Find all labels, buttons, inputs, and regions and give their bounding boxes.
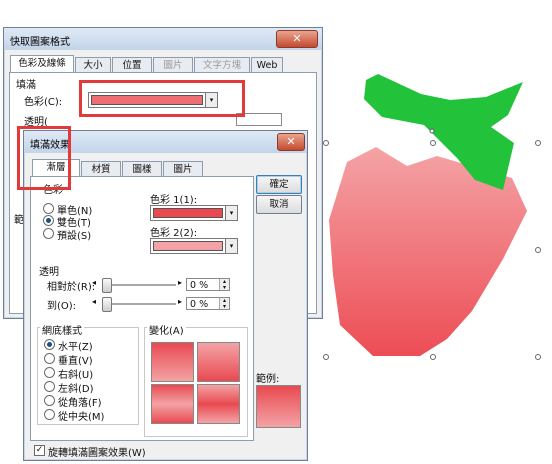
- highlight-gradient-tab: [17, 126, 71, 190]
- arrow-right-icon[interactable]: ▸: [178, 297, 182, 306]
- transparency-to-spinner[interactable]: 0 % ▴ ▾: [186, 297, 230, 310]
- color1-dropdown[interactable]: ▾: [150, 205, 238, 221]
- radio-from-corner[interactable]: [44, 395, 55, 406]
- radio-horizontal-label: 水平(Z): [58, 342, 93, 353]
- radio-preset-label: 預設(S): [57, 231, 92, 242]
- radio-diagonal-up-label: 右斜(U): [58, 370, 94, 381]
- variants-heading: 變化(A): [147, 322, 186, 337]
- format-shape-titlebar[interactable]: 快取圖案格式 ✕: [4, 28, 322, 50]
- transparency-from-slider[interactable]: [102, 278, 176, 293]
- tab-colors-lines[interactable]: 色彩及線條: [10, 55, 74, 73]
- transparency-to-label: 到(O):: [47, 301, 77, 312]
- sample-preview: [256, 385, 301, 428]
- selection-handle-icon[interactable]: [535, 247, 541, 253]
- sample-label: 範例:: [256, 374, 280, 385]
- radio-one-color[interactable]: [43, 203, 54, 214]
- close-icon[interactable]: ✕: [277, 133, 305, 151]
- selection-handle-icon[interactable]: [430, 354, 436, 360]
- ok-button[interactable]: 確定: [256, 175, 302, 194]
- tab-size[interactable]: 大小: [75, 57, 111, 73]
- shading-styles-heading: 網底樣式: [40, 322, 84, 337]
- radio-from-corner-label: 從角落(F): [58, 398, 102, 409]
- tab-web[interactable]: Web: [251, 57, 283, 73]
- radio-horizontal[interactable]: [44, 339, 55, 350]
- highlight-fill-color: [79, 80, 245, 117]
- selection-handle-icon[interactable]: [323, 140, 329, 146]
- tab-position[interactable]: 位置: [112, 57, 152, 73]
- variant-swatch[interactable]: [151, 342, 194, 382]
- variant-swatch[interactable]: [197, 342, 240, 382]
- transparency-to-slider[interactable]: [102, 297, 176, 312]
- tab-text-box[interactable]: 文字方塊: [194, 57, 250, 73]
- variant-swatch[interactable]: [197, 384, 240, 424]
- selection-handle-icon[interactable]: [430, 140, 436, 146]
- rotate-fill-label: 旋轉填滿圖案效果(W): [48, 448, 146, 459]
- color1-swatch: [153, 208, 223, 218]
- tab-picture[interactable]: 圖片: [153, 57, 193, 73]
- tab-pattern[interactable]: 圖樣: [122, 161, 162, 177]
- radio-vertical-label: 垂直(V): [58, 356, 93, 367]
- arrow-left-icon[interactable]: ◂: [92, 297, 96, 306]
- tab-texture[interactable]: 材質: [81, 161, 121, 177]
- fill-color-label: 色彩(C):: [24, 97, 63, 108]
- gradient-panel: 色彩 單色(N) 雙色(T) 預設(S) 色彩 1(1): ▾ 色彩 2(2):…: [30, 176, 254, 441]
- transparency-to-value: 0 %: [190, 299, 209, 310]
- spinner-arrows-icon[interactable]: ▴ ▾: [219, 279, 229, 290]
- arrow-left-icon[interactable]: ◂: [92, 278, 96, 287]
- radio-preset[interactable]: [43, 228, 54, 239]
- chevron-down-icon[interactable]: ▾: [225, 239, 237, 253]
- color2-label: 色彩 2(2):: [150, 228, 198, 239]
- transparency-from-value: 0 %: [190, 280, 209, 291]
- radio-vertical[interactable]: [44, 353, 55, 364]
- selection-handle-icon[interactable]: [323, 354, 329, 360]
- rotate-fill-checkbox[interactable]: ✓: [34, 445, 45, 456]
- tab-picture[interactable]: 圖片: [163, 161, 203, 177]
- color2-dropdown[interactable]: ▾: [150, 238, 238, 254]
- radio-from-center[interactable]: [44, 409, 55, 420]
- color1-label: 色彩 1(1):: [150, 195, 198, 206]
- slider-thumb[interactable]: [102, 297, 112, 312]
- fill-heading: 填滿: [16, 80, 36, 91]
- color2-swatch: [153, 241, 223, 251]
- cancel-button[interactable]: 取消: [256, 195, 302, 214]
- format-shape-title: 快取圖案格式: [10, 37, 70, 48]
- selection-handle-icon[interactable]: [535, 140, 541, 146]
- radio-diagonal-down[interactable]: [44, 381, 55, 392]
- radio-from-center-label: 從中央(M): [58, 412, 105, 423]
- close-icon[interactable]: ✕: [276, 30, 318, 48]
- chevron-down-icon[interactable]: ▾: [225, 206, 237, 220]
- selection-handle-icon[interactable]: [535, 354, 541, 360]
- spinner-arrows-icon[interactable]: ▴ ▾: [219, 298, 229, 309]
- radio-two-colors[interactable]: [43, 215, 54, 226]
- radio-diagonal-down-label: 左斜(D): [58, 384, 94, 395]
- transparency-from-spinner[interactable]: 0 % ▴ ▾: [186, 278, 230, 291]
- radio-diagonal-up[interactable]: [44, 367, 55, 378]
- arrow-right-icon[interactable]: ▸: [178, 278, 182, 287]
- transparency-from-label: 相對於(R):: [47, 282, 96, 293]
- rotation-handle-icon[interactable]: [429, 128, 435, 134]
- slider-thumb[interactable]: [102, 278, 112, 293]
- variant-swatch[interactable]: [151, 384, 194, 424]
- transparency-heading: 透明: [39, 267, 59, 278]
